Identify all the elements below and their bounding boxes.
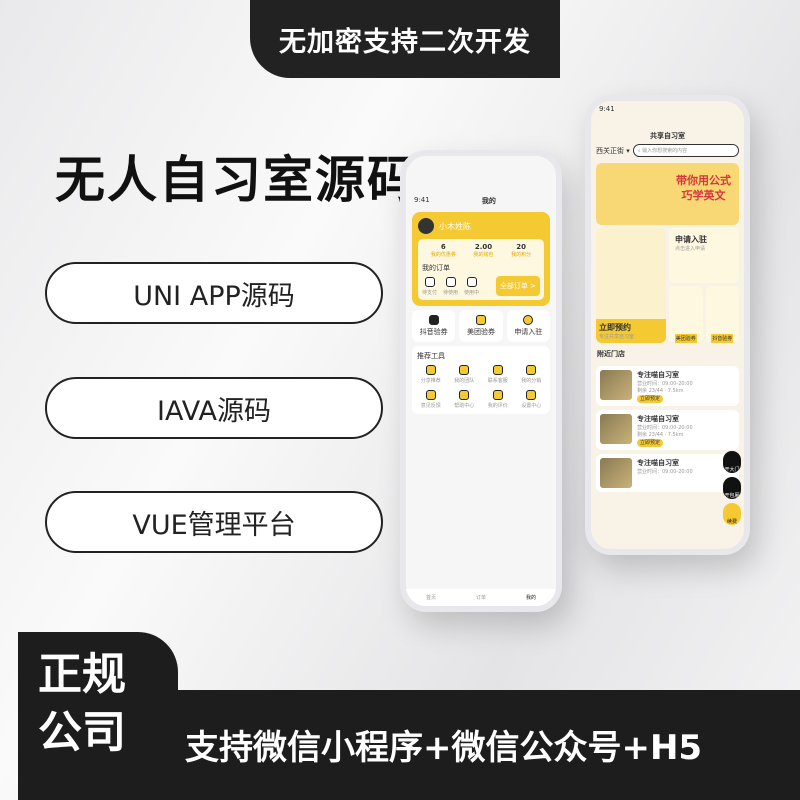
- company-badge: 正规 公司: [18, 632, 178, 800]
- stat-wallet[interactable]: 2.00 我的钱包: [473, 243, 493, 258]
- store-card[interactable]: 专注喵自习室 营业时间：09:00-20:00 剩余 23/44 · 7.5km 立即…: [596, 410, 739, 450]
- order-unused[interactable]: 待使用: [443, 276, 458, 296]
- user-name: 小木姓陈: [439, 221, 471, 231]
- all-orders-button[interactable]: 全部订单 >: [495, 276, 540, 296]
- order-in-use[interactable]: 使用中: [464, 276, 479, 296]
- java-pill: IAVA源码: [45, 377, 383, 439]
- store-photo: [600, 458, 632, 488]
- stat-points[interactable]: 20 我的积分: [511, 243, 531, 258]
- phone-my-page: 9:41 我的 小木姓陈 6 我的优惠券 2.00 我的钱包 20 我的积分 我的订单 …: [400, 150, 562, 612]
- tool-support[interactable]: 联系客服: [484, 365, 512, 384]
- nearby-title: 附近门店: [597, 350, 625, 358]
- renew-button[interactable]: 续费: [723, 503, 741, 525]
- meituan-coupon-button[interactable]: 美团验券: [459, 310, 503, 342]
- orders-label: 我的订单: [422, 264, 450, 272]
- tool-reviews[interactable]: 我的评价: [484, 390, 512, 409]
- status-time: 9:41: [414, 196, 430, 204]
- avatar: [418, 218, 434, 234]
- store-photo: [600, 370, 632, 400]
- vue-pill: VUE管理平台: [45, 491, 383, 553]
- apply-join-card[interactable]: 申请入驻 点击进入申请: [669, 228, 739, 283]
- tool-distribution[interactable]: 我的分销: [518, 365, 546, 384]
- book-now-card[interactable]: 立即预约 专注共享自习室: [596, 228, 666, 343]
- apply-join-button[interactable]: 申请入驻: [506, 310, 550, 342]
- tool-team[interactable]: 我的团队: [451, 365, 479, 384]
- tools-card: 推荐工具 分享推荐 我的团队 联系客服 我的分销 意见反馈 帮助中心 我的评价 …: [412, 346, 550, 414]
- uniapp-pill: UNI APP源码: [45, 262, 383, 324]
- page-title: 无人自习室源码: [55, 151, 419, 209]
- status-time: 9:41: [599, 105, 615, 113]
- profile-card: 小木姓陈 6 我的优惠券 2.00 我的钱包 20 我的积分 我的订单 待支付 待使用…: [412, 212, 550, 306]
- city-selector[interactable]: 西关正街 ▾: [596, 146, 630, 156]
- reserve-button[interactable]: 立即预定: [637, 439, 664, 447]
- open-door-button[interactable]: 开大门: [723, 451, 741, 473]
- open-room-button[interactable]: 开包厢: [723, 477, 741, 499]
- douyin-coupon-button[interactable]: 抖音验券: [705, 286, 739, 343]
- search-input[interactable]: ⌕ 输入你想搜索的内容: [632, 144, 739, 157]
- screen-title: 共享自习室: [650, 132, 685, 140]
- stat-coupons[interactable]: 6 我的优惠券: [431, 243, 456, 258]
- store-card[interactable]: 专注喵自习室 营业时间：09:00-20:00: [596, 454, 739, 492]
- tab-mine[interactable]: 我的: [526, 594, 536, 601]
- screen-title: 我的: [481, 197, 496, 205]
- tool-settings[interactable]: 设置中心: [518, 390, 546, 409]
- reserve-button[interactable]: 立即预定: [637, 395, 664, 403]
- tab-orders[interactable]: 订单: [476, 594, 486, 601]
- store-photo: [600, 414, 632, 444]
- promo-banner[interactable]: 带你用公式 巧学英文: [596, 163, 739, 225]
- tab-home[interactable]: 首页: [426, 594, 436, 601]
- order-unpaid[interactable]: 待支付: [422, 276, 437, 296]
- top-banner-tab: 无加密支持二次开发: [250, 0, 560, 78]
- phone-home-page: 9:41 共享自习室 西关正街 ▾ ⌕ 输入你想搜索的内容 带你用公式 巧学英文 …: [585, 95, 750, 555]
- store-card[interactable]: 专注喵自习室 营业时间：09:00-20:00 剩余 23/44 · 7.5km 立即…: [596, 366, 739, 406]
- tool-feedback[interactable]: 意见反馈: [417, 390, 445, 409]
- tool-help[interactable]: 帮助中心: [451, 390, 479, 409]
- tool-share[interactable]: 分享推荐: [417, 365, 445, 384]
- tab-bar: 首页 订单 我的: [406, 589, 556, 606]
- platform-tagline: 支持微信小程序+微信公众号+H5: [185, 728, 703, 768]
- meituan-coupon-button[interactable]: 美团验券: [669, 286, 703, 343]
- douyin-coupon-button[interactable]: 抖音验券: [412, 310, 456, 342]
- tools-title: 推荐工具: [417, 352, 445, 360]
